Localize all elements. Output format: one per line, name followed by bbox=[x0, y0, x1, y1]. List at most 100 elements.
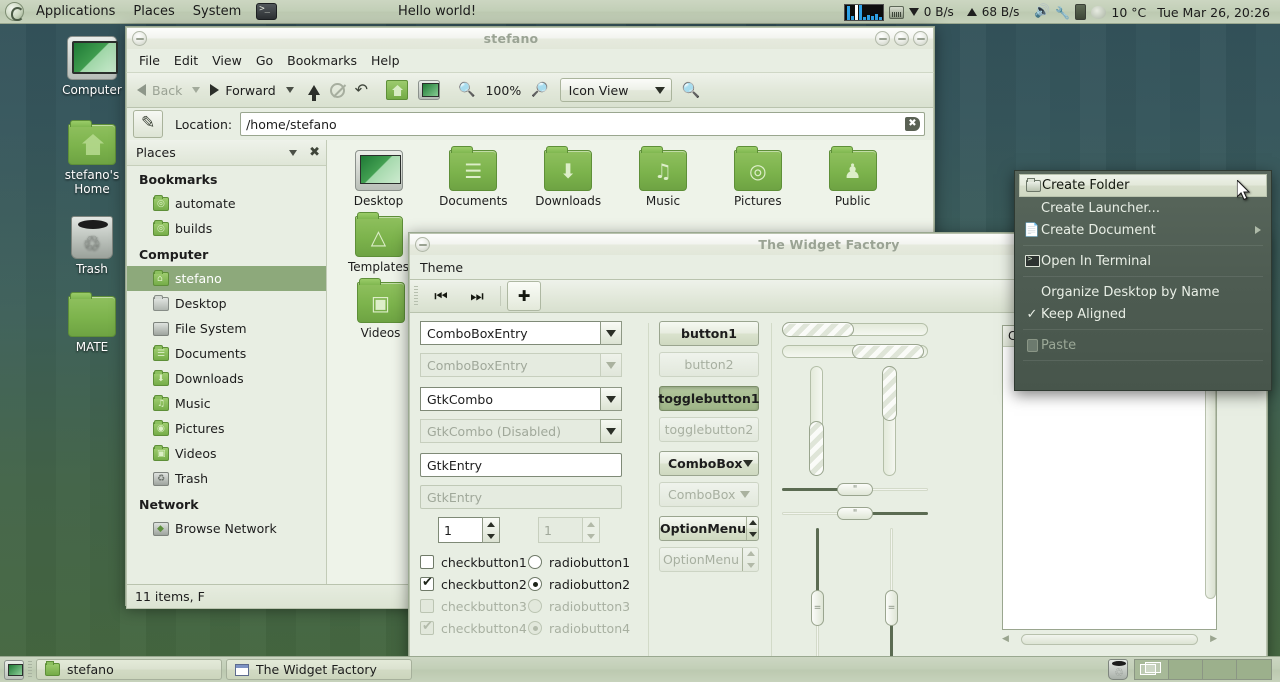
workspace-1[interactable] bbox=[1135, 660, 1169, 679]
workspace-4[interactable] bbox=[1237, 660, 1271, 679]
hscale-2[interactable] bbox=[782, 343, 928, 360]
close-icon[interactable]: ✖ bbox=[309, 145, 320, 160]
context-item-change-desktop-background[interactable] bbox=[1015, 365, 1271, 387]
context-item-create-folder[interactable]: Create Folder bbox=[1019, 174, 1267, 197]
sidebar-item-desktop[interactable]: Desktop bbox=[127, 291, 326, 316]
gtk-entry-1[interactable]: GtkEntry bbox=[420, 453, 622, 477]
context-item-create-launcher[interactable]: Create Launcher... bbox=[1015, 197, 1271, 219]
menu-view[interactable]: View bbox=[205, 49, 249, 72]
sidebar-item-trash[interactable]: ♻ Trash bbox=[127, 466, 326, 491]
computer-button[interactable] bbox=[414, 76, 444, 104]
sidebar-item-downloads[interactable]: ⬇ Downloads bbox=[127, 366, 326, 391]
window-menu-button[interactable] bbox=[132, 31, 147, 46]
menu-go[interactable]: Go bbox=[249, 49, 280, 72]
menu-applications[interactable]: Applications bbox=[27, 0, 124, 24]
show-desktop-icon[interactable] bbox=[4, 660, 24, 680]
togglebutton1[interactable]: togglebutton1 bbox=[659, 386, 759, 411]
context-item-keep-aligned[interactable]: ✓ Keep Aligned bbox=[1015, 303, 1271, 325]
cloud-icon[interactable] bbox=[1091, 6, 1106, 19]
speaker-icon[interactable] bbox=[1034, 4, 1050, 20]
workspace-2[interactable] bbox=[1169, 660, 1203, 679]
forward-history-chevron-icon[interactable] bbox=[286, 87, 294, 93]
zoom-out-button[interactable]: 🔍 bbox=[454, 76, 479, 104]
menu-edit[interactable]: Edit bbox=[167, 49, 205, 72]
window-menu-button[interactable] bbox=[415, 237, 430, 252]
battery-icon[interactable] bbox=[1075, 4, 1086, 20]
sidebar-item-videos[interactable]: ▣ Videos bbox=[127, 441, 326, 466]
sidebar-item-documents[interactable]: ☰ Documents bbox=[127, 341, 326, 366]
clock[interactable]: Tue Mar 26, 20:26 bbox=[1151, 5, 1276, 20]
desktop-context-menu[interactable]: Create Folder Create Launcher... 📄 Creat… bbox=[1014, 170, 1272, 391]
sidebar-item-stefano[interactable]: ⌂ stefano bbox=[127, 266, 326, 291]
vscale-handle[interactable] bbox=[809, 421, 824, 476]
add-icon[interactable]: ✚ bbox=[507, 281, 541, 311]
chevron-down-icon[interactable] bbox=[289, 150, 297, 156]
modem-icon[interactable] bbox=[889, 6, 904, 19]
pencil-icon[interactable] bbox=[133, 110, 163, 138]
menu-bookmarks[interactable]: Bookmarks bbox=[280, 49, 364, 72]
view-mode-select[interactable]: Icon View bbox=[560, 78, 672, 102]
sidebar-item-music[interactable]: ♫ Music bbox=[127, 391, 326, 416]
file-item[interactable]: ◎ Pictures bbox=[712, 150, 803, 208]
close-button[interactable] bbox=[913, 31, 928, 46]
minimize-button[interactable] bbox=[875, 31, 890, 46]
location-input[interactable]: /home/stefano ✖ bbox=[240, 112, 925, 136]
vscale-2[interactable] bbox=[881, 366, 898, 476]
hscale-1[interactable] bbox=[782, 321, 928, 338]
context-item-create-document[interactable]: 📄 Create Document bbox=[1015, 219, 1271, 241]
file-item[interactable]: ♫ Music bbox=[617, 150, 708, 208]
sidebar-item-pictures[interactable]: ◉ Pictures bbox=[127, 416, 326, 441]
workspace-switcher[interactable] bbox=[1134, 659, 1272, 680]
hscale-handle[interactable] bbox=[782, 322, 854, 337]
up-button[interactable] bbox=[304, 76, 324, 104]
clear-icon[interactable]: ✖ bbox=[905, 117, 920, 131]
scrollbar-thumb[interactable] bbox=[1021, 634, 1198, 645]
spin-button-1[interactable]: 1 bbox=[438, 517, 500, 543]
checkbox-icon[interactable] bbox=[420, 577, 434, 591]
toolbar-grip[interactable] bbox=[414, 286, 418, 306]
file-item[interactable]: Desktop bbox=[333, 150, 424, 208]
combo-entry-value[interactable]: ComboBoxEntry bbox=[420, 321, 600, 345]
search-icon[interactable]: 🔍 bbox=[682, 81, 701, 99]
tree-horizontal-scrollbar[interactable]: ◀ ▶ bbox=[1002, 632, 1217, 646]
arrow-left-icon[interactable]: ◀ bbox=[1002, 634, 1009, 644]
chevron-down-icon[interactable] bbox=[600, 321, 622, 345]
checkbutton2-row[interactable]: checkbutton2 bbox=[420, 573, 528, 595]
spin-value[interactable]: 1 bbox=[438, 517, 482, 543]
workspace-3[interactable] bbox=[1203, 660, 1237, 679]
context-item-organize-desktop[interactable]: Organize Desktop by Name bbox=[1015, 281, 1271, 303]
vslider-handle[interactable]: = bbox=[885, 590, 898, 626]
radiobutton2-row[interactable]: radiobutton2 bbox=[528, 573, 638, 595]
optionmenu-1[interactable]: OptionMenu bbox=[659, 516, 759, 541]
menu-file[interactable]: File bbox=[132, 49, 167, 72]
hslider-handle[interactable] bbox=[837, 483, 873, 496]
back-history-chevron-icon[interactable] bbox=[192, 87, 200, 93]
taskbar-item-stefano[interactable]: stefano bbox=[36, 659, 222, 680]
spin-arrows[interactable] bbox=[746, 517, 758, 540]
back-button[interactable]: Back bbox=[133, 76, 186, 104]
go-last-icon[interactable]: ⏭ bbox=[460, 281, 494, 311]
maximize-button[interactable] bbox=[894, 31, 909, 46]
arrow-right-icon[interactable]: ▶ bbox=[1210, 634, 1217, 644]
hslider-1[interactable] bbox=[782, 480, 928, 498]
mate-logo-icon[interactable] bbox=[5, 2, 24, 21]
forward-button[interactable]: Forward bbox=[206, 76, 279, 104]
home-button[interactable] bbox=[382, 76, 412, 104]
checkbox-icon[interactable] bbox=[420, 555, 434, 569]
sidebar-item-file-system[interactable]: File System bbox=[127, 316, 326, 341]
vscale-1[interactable] bbox=[808, 366, 825, 476]
combobox-button-1[interactable]: ComboBox bbox=[659, 451, 759, 476]
stop-button[interactable] bbox=[326, 76, 349, 104]
radiobutton1-row[interactable]: radiobutton1 bbox=[528, 551, 638, 573]
chevron-down-icon[interactable] bbox=[600, 387, 622, 411]
file-item[interactable]: ⬇ Downloads bbox=[523, 150, 614, 208]
sidebar-item-automate[interactable]: ◎ automate bbox=[127, 191, 326, 216]
menu-system[interactable]: System bbox=[184, 0, 250, 24]
hslider-2[interactable] bbox=[782, 504, 928, 522]
combo-box-entry-1[interactable]: ComboBoxEntry bbox=[420, 321, 638, 345]
terminal-icon[interactable] bbox=[256, 3, 277, 20]
context-item-open-in-terminal[interactable]: Open In Terminal bbox=[1015, 250, 1271, 272]
radio-icon[interactable] bbox=[528, 577, 542, 591]
sidebar-item-browse-network[interactable]: ◆ Browse Network bbox=[127, 516, 326, 541]
zoom-in-button[interactable]: 🔎 bbox=[527, 76, 552, 104]
